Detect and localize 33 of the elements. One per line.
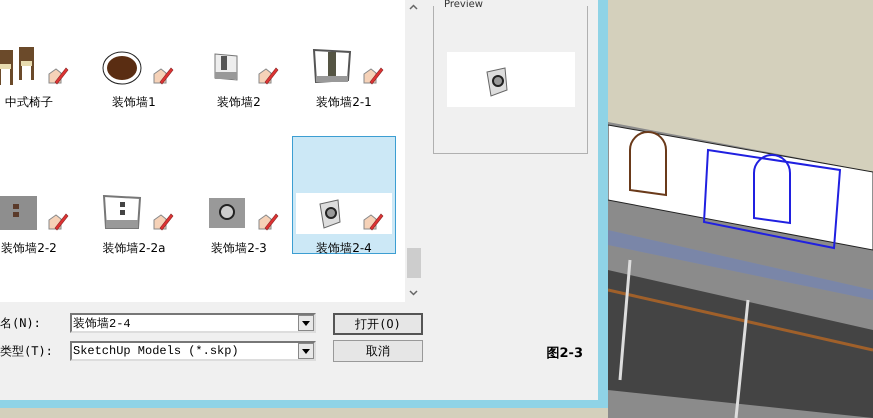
wall-panel-thumbnail [102, 192, 142, 232]
file-name-field[interactable]: 装饰墙2-4 [70, 313, 316, 333]
file-item[interactable]: 中式椅子 [0, 0, 81, 108]
scroll-down-icon[interactable] [409, 290, 418, 296]
file-name: 装饰墙2-4 [316, 240, 372, 257]
file-item[interactable]: 装饰墙2 [187, 0, 291, 108]
file-name: 装饰墙2 [217, 94, 261, 111]
file-name: 装饰墙2-2a [102, 240, 166, 257]
file-name: 装饰墙2-2 [1, 240, 57, 257]
file-name: 装饰墙1 [112, 94, 156, 111]
file-item[interactable]: 装饰墙2-3 [187, 136, 291, 254]
file-item[interactable]: 装饰墙2-2 [0, 136, 81, 254]
wall-panel-thumbnail [312, 46, 352, 86]
dropdown-button[interactable] [298, 315, 314, 331]
scroll-up-icon[interactable] [409, 4, 418, 10]
chairs-thumbnail [0, 46, 37, 86]
figure-caption: 图2-3 [546, 345, 583, 362]
file-type-field[interactable]: SketchUp Models (*.skp) [70, 341, 316, 361]
caret-icon [302, 320, 310, 326]
file-type-label: 类型(T): [0, 342, 54, 360]
file-name-label: 名(N): [0, 314, 42, 332]
caret-icon [302, 348, 310, 354]
file-item[interactable]: 装饰墙2-1 [292, 0, 396, 108]
file-item[interactable]: 装饰墙2-4 [292, 136, 396, 254]
file-name: 中式椅子 [5, 94, 53, 111]
dropdown-button[interactable] [298, 343, 314, 359]
scroll-thumb[interactable] [406, 248, 420, 278]
file-item[interactable]: 装饰墙1 [82, 0, 186, 108]
cancel-button[interactable]: 取消 [333, 340, 423, 362]
file-item[interactable]: 装饰墙2-2a [82, 136, 186, 254]
file-name: 装饰墙2-1 [316, 94, 372, 111]
file-name: 装饰墙2-3 [211, 240, 267, 257]
open-button[interactable]: 打开(O) [333, 313, 423, 335]
